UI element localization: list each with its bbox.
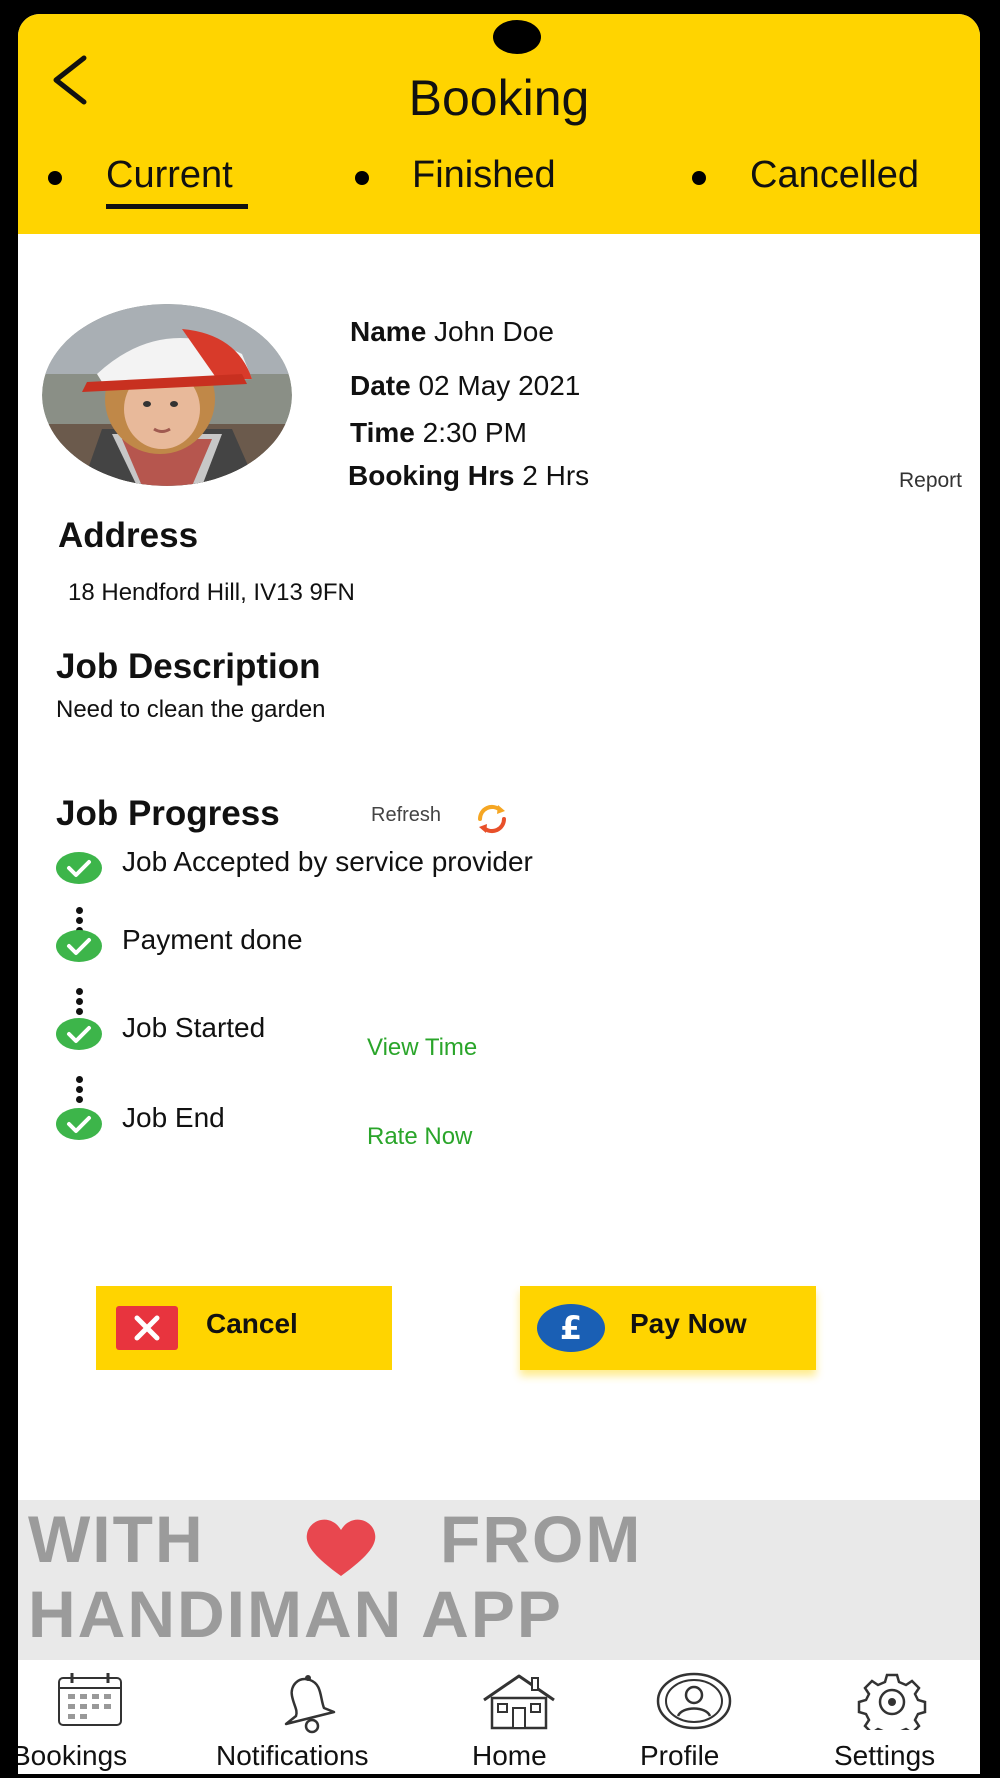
tab-current[interactable]: Current <box>106 154 233 197</box>
pound-icon: £ <box>537 1304 605 1352</box>
step-label: Job Started <box>122 1012 266 1043</box>
nav-bookings-label: Bookings <box>18 1740 128 1771</box>
nav-home-label: Home <box>472 1740 547 1771</box>
nav-home[interactable]: Home <box>468 1660 588 1774</box>
banner-text-from: FROM <box>440 1502 643 1576</box>
job-progress-heading: Job Progress <box>56 794 280 833</box>
header: Booking Current Finished Cancelled <box>18 14 980 234</box>
check-circle-icon <box>56 852 102 884</box>
close-icon <box>116 1306 178 1350</box>
time-label: Time <box>350 417 415 448</box>
date-row: Date 02 May 2021 <box>350 370 580 402</box>
check-circle-icon <box>56 1018 102 1050</box>
report-link[interactable]: Report <box>899 469 962 493</box>
step-connector <box>76 1076 83 1106</box>
refresh-label[interactable]: Refresh <box>371 804 441 827</box>
svg-text:£: £ <box>560 1309 582 1347</box>
nav-profile[interactable]: Profile <box>628 1660 768 1774</box>
step-label: Job End <box>122 1102 225 1133</box>
nav-profile-label: Profile <box>640 1740 720 1771</box>
refresh-icon[interactable] <box>474 801 510 837</box>
nav-notifications[interactable]: Notifications <box>208 1660 438 1774</box>
pay-now-button-label: Pay Now <box>630 1308 747 1339</box>
gear-icon <box>857 1673 927 1730</box>
name-value: John Doe <box>434 316 554 347</box>
step-label: Job Accepted by service provider <box>122 846 533 877</box>
nav-settings[interactable]: Settings <box>808 1660 980 1774</box>
tab-bullet <box>48 171 62 185</box>
step-connector <box>76 988 83 1018</box>
rate-now-link[interactable]: Rate Now <box>367 1123 472 1151</box>
booking-hours-row: Booking Hrs 2 Hrs <box>348 460 589 492</box>
cancel-button-label: Cancel <box>206 1308 298 1339</box>
camera-notch <box>493 20 541 54</box>
booking-hours-value: 2 Hrs <box>522 460 590 491</box>
check-circle-icon <box>56 1108 102 1140</box>
tab-finished[interactable]: Finished <box>412 154 556 197</box>
profile-icon <box>656 1672 732 1730</box>
cancel-button[interactable]: Cancel <box>96 1286 392 1370</box>
nav-settings-label: Settings <box>834 1740 936 1771</box>
booking-hours-label: Booking Hrs <box>348 460 515 491</box>
time-value: 2:30 PM <box>422 417 527 448</box>
bottom-nav: Bookings Notifications Home Profile Sett… <box>18 1660 980 1774</box>
home-icon <box>483 1674 555 1730</box>
name-label: Name <box>350 316 427 347</box>
tab-bullet <box>692 171 706 185</box>
app-screen: Booking Current Finished Cancelled Name … <box>18 14 980 1774</box>
job-description-heading: Job Description <box>56 647 321 686</box>
heart-icon <box>306 1519 376 1576</box>
tab-bullet <box>355 171 369 185</box>
check-circle-icon <box>56 930 102 962</box>
pay-now-button[interactable]: £ Pay Now <box>520 1286 816 1370</box>
calendar-icon <box>58 1673 122 1726</box>
banner-text-with: WITH <box>28 1502 205 1576</box>
job-description-text: Need to clean the garden <box>56 696 326 723</box>
date-value: 02 May 2021 <box>418 370 581 401</box>
address-text: 18 Hendford Hill, IV13 9FN <box>68 579 355 606</box>
view-time-link[interactable]: View Time <box>367 1034 477 1062</box>
time-row: Time 2:30 PM <box>350 417 527 449</box>
nav-bookings[interactable]: Bookings <box>18 1660 178 1774</box>
page-title: Booking <box>408 70 590 126</box>
date-label: Date <box>350 370 411 401</box>
step-label: Payment done <box>122 924 303 955</box>
nav-notifications-label: Notifications <box>216 1740 369 1771</box>
banner-text-app: HANDIMAN APP <box>28 1577 563 1651</box>
active-tab-indicator <box>106 204 248 209</box>
tab-cancelled[interactable]: Cancelled <box>750 154 919 197</box>
provider-avatar <box>42 304 292 486</box>
address-heading: Address <box>58 516 199 555</box>
bell-icon <box>284 1675 336 1734</box>
name-row: Name John Doe <box>350 316 554 348</box>
